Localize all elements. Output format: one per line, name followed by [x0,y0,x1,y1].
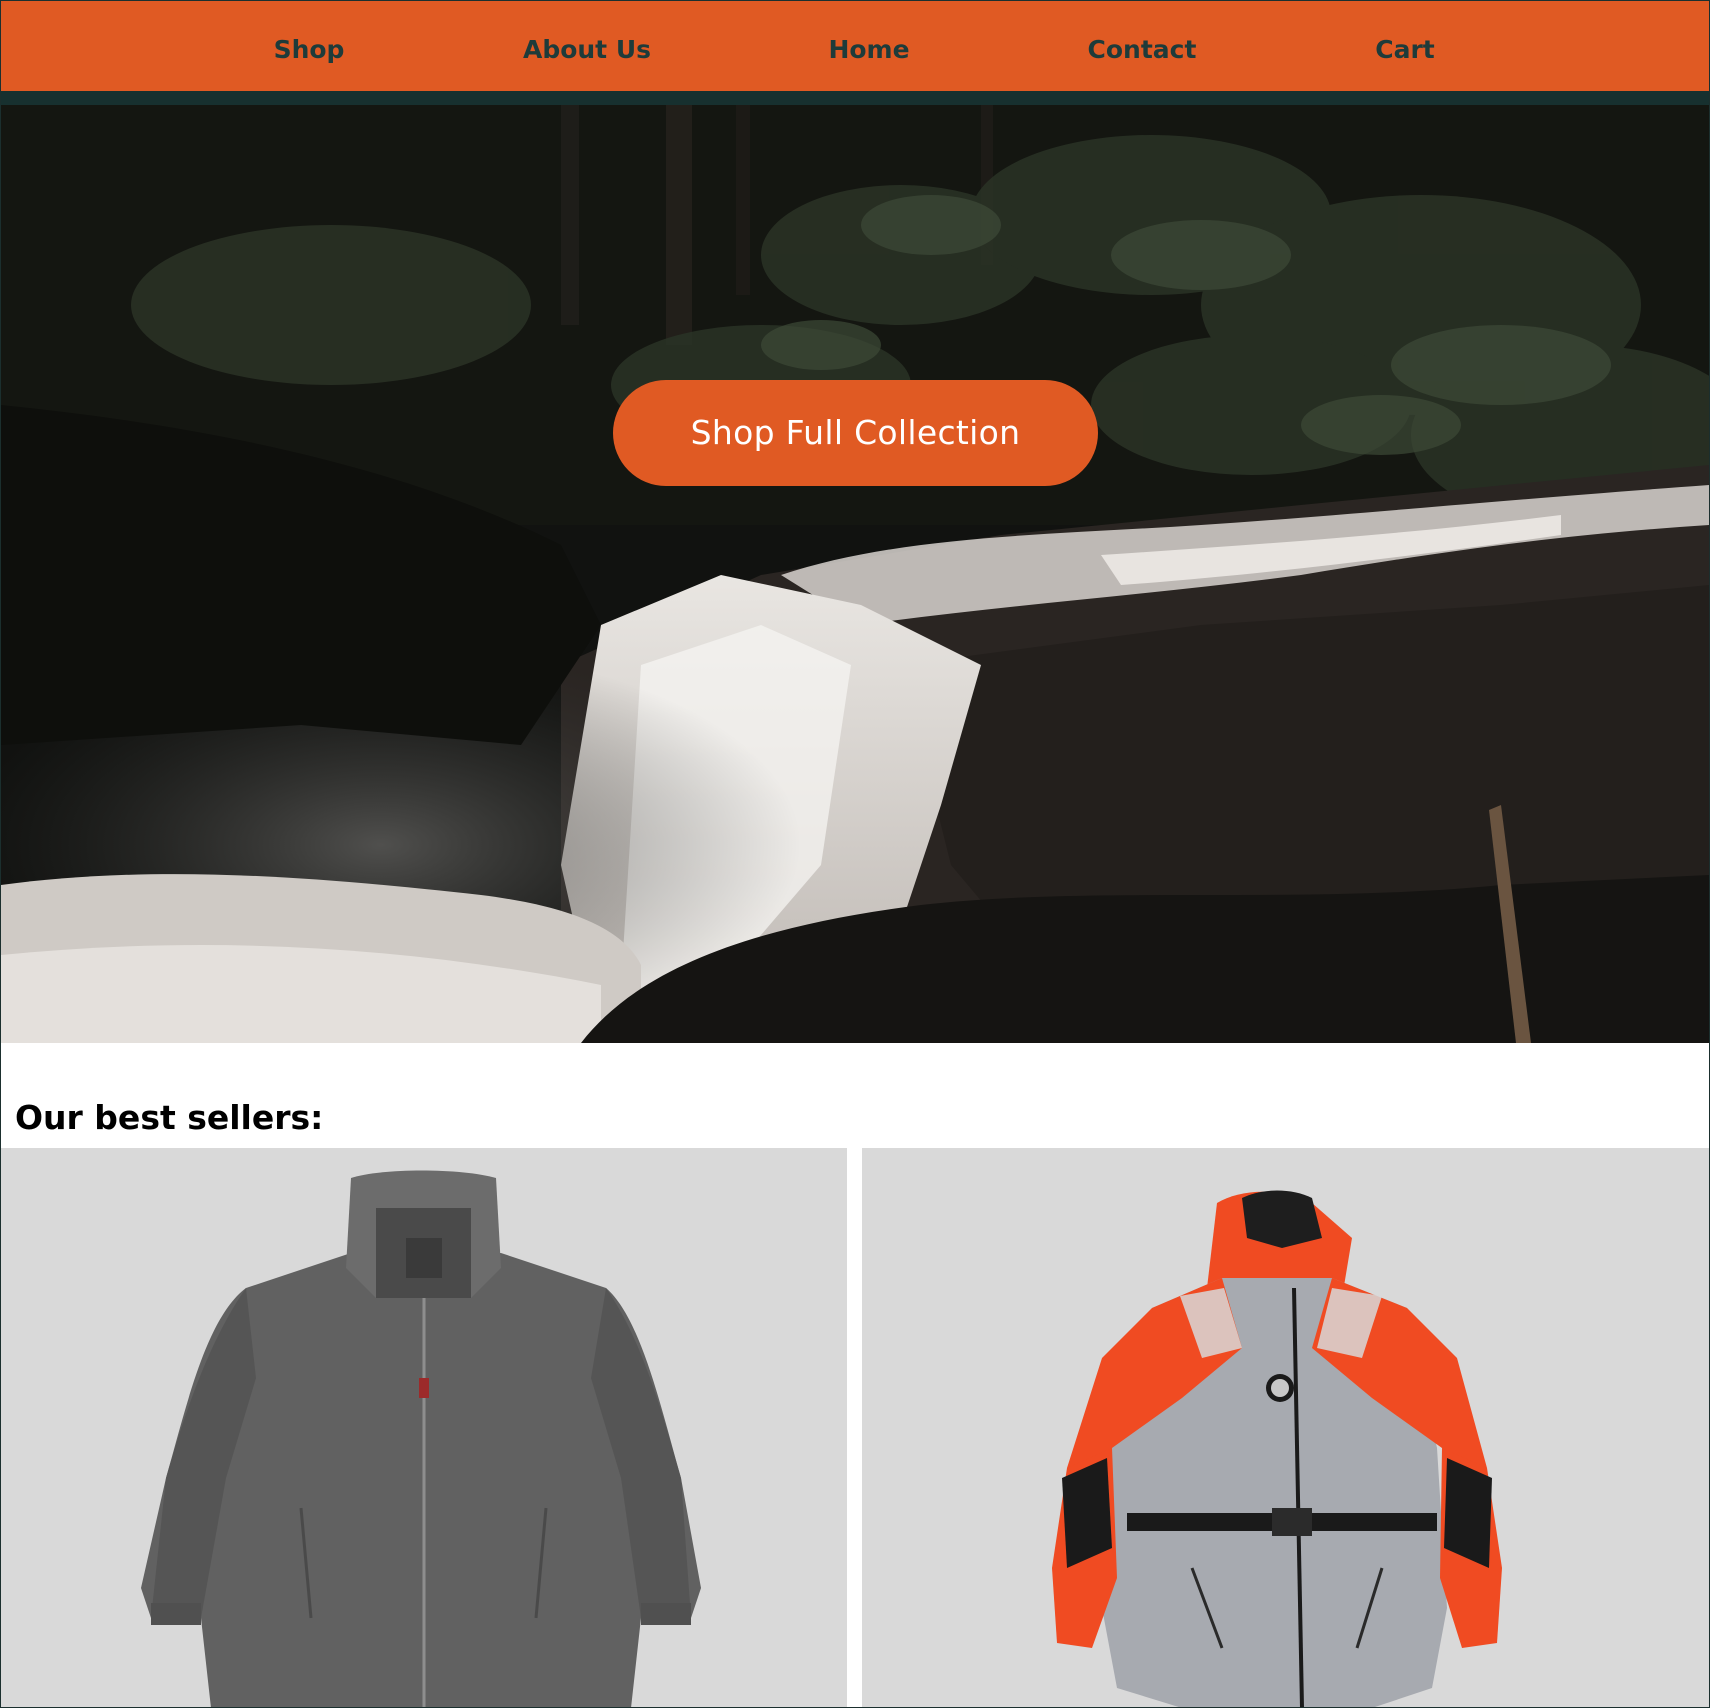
nav-divider [1,91,1709,105]
nav-home-link[interactable]: Home [828,1,909,91]
grey-jacket-photo [1,1148,847,1707]
orange-grey-float-coat-photo [862,1148,1709,1707]
page: Shop About Us Home Contact Cart Shop Ful… [0,0,1710,1708]
product-card[interactable] [1,1148,847,1707]
nav-contact-link[interactable]: Contact [1088,1,1197,91]
nav-shop-link[interactable]: Shop [274,1,345,91]
top-nav: Shop About Us Home Contact Cart [1,1,1709,91]
nav-cart-link[interactable]: Cart [1375,1,1435,91]
forest-waterfall-photo [1,105,1709,1043]
hero-banner: Shop Full Collection [1,105,1709,1043]
nav-about-us-link[interactable]: About Us [523,1,651,91]
shop-full-collection-button[interactable]: Shop Full Collection [613,380,1098,486]
best-sellers-heading: Our best sellers: [15,1098,324,1138]
product-card[interactable] [862,1148,1709,1707]
